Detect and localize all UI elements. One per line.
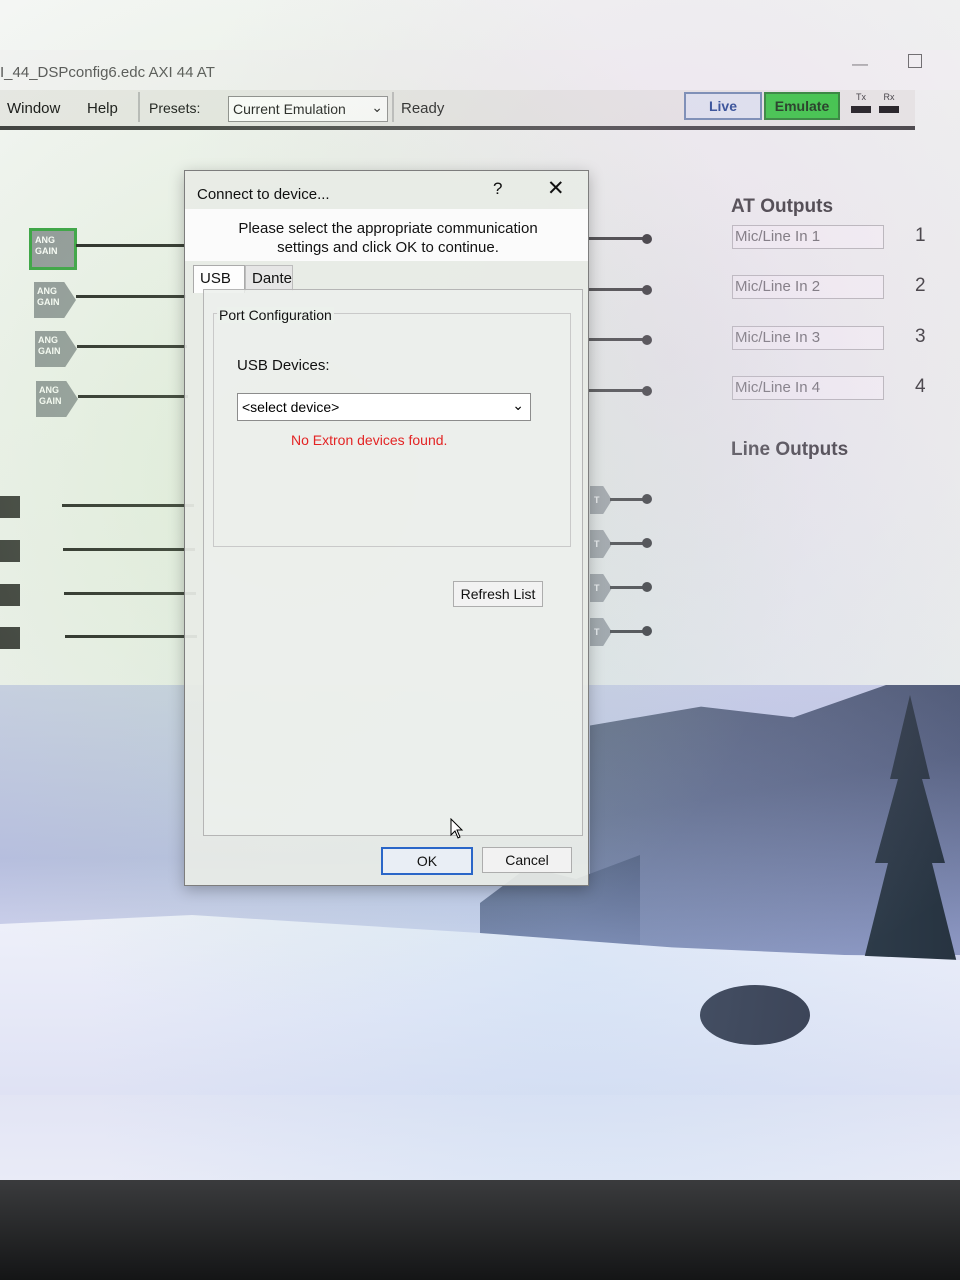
presets-dropdown[interactable]: Current Emulation ⌄ <box>228 96 388 122</box>
chevron-down-icon: ⌄ <box>512 397 524 413</box>
output-number-2: 2 <box>915 275 926 296</box>
gain-block-2[interactable]: ANG GAIN <box>34 282 76 318</box>
window-titlebar: I_44_DSPconfig6.edc AXI 44 AT — <box>0 50 960 90</box>
wire <box>78 395 188 398</box>
line-outputs-heading: Line Outputs <box>731 439 849 460</box>
toolbar-separator <box>138 92 140 122</box>
output-label-2[interactable]: Mic/Line In 2 <box>732 275 884 299</box>
output-number-4: 4 <box>915 376 926 397</box>
port-configuration-group <box>213 313 571 547</box>
gain-block-1[interactable]: ANG GAIN <box>29 228 77 270</box>
output-number-1: 1 <box>915 225 926 246</box>
line-output-block[interactable] <box>0 496 20 518</box>
rx-indicator: Rx <box>878 92 900 113</box>
window-title: I_44_DSPconfig6.edc AXI 44 AT <box>0 64 215 81</box>
wire <box>77 345 187 348</box>
close-icon[interactable]: ✕ <box>547 176 565 201</box>
usb-devices-label: USB Devices: <box>237 357 330 374</box>
output-node[interactable] <box>642 386 652 396</box>
mouse-pointer-icon <box>450 818 464 839</box>
wire <box>588 237 646 240</box>
ok-button[interactable]: OK <box>381 847 473 875</box>
wire <box>610 498 646 501</box>
device-select-value: <select device> <box>242 399 340 415</box>
live-button[interactable]: Live <box>684 92 762 120</box>
wire <box>76 295 186 298</box>
minimize-icon[interactable]: — <box>852 56 868 74</box>
wire <box>588 389 646 392</box>
presets-value: Current Emulation <box>233 101 346 117</box>
tab-dante[interactable]: Dante <box>245 265 293 291</box>
status-text: Ready <box>401 100 445 117</box>
output-node[interactable] <box>642 582 652 592</box>
gain-block-4[interactable]: ANG GAIN <box>36 381 78 417</box>
toolbar-separator <box>392 92 394 122</box>
line-output-block[interactable] <box>0 584 20 606</box>
cancel-button[interactable]: Cancel <box>482 847 572 873</box>
presets-label: Presets: <box>149 100 201 116</box>
wire <box>76 244 186 247</box>
output-node[interactable] <box>642 285 652 295</box>
maximize-icon[interactable] <box>908 54 922 68</box>
output-node[interactable] <box>642 494 652 504</box>
output-label-1[interactable]: Mic/Line In 1 <box>732 225 884 249</box>
menu-help[interactable]: Help <box>87 100 118 117</box>
dialog-title: Connect to device... <box>197 186 330 203</box>
wire <box>63 548 195 551</box>
error-message: No Extron devices found. <box>291 432 448 448</box>
at-outputs-heading: AT Outputs <box>731 196 834 217</box>
dialog-instruction: Please select the appropriate communicat… <box>238 220 538 256</box>
wire <box>588 338 646 341</box>
output-number-3: 3 <box>915 326 926 347</box>
refresh-list-button[interactable]: Refresh List <box>453 581 543 607</box>
wire <box>65 635 197 638</box>
chevron-down-icon: ⌄ <box>371 99 383 115</box>
wire <box>610 586 646 589</box>
output-node[interactable] <box>642 234 652 244</box>
wire <box>62 504 194 507</box>
tx-indicator: Tx <box>850 92 872 113</box>
line-out-block[interactable]: T <box>590 486 612 514</box>
output-label-4[interactable]: Mic/Line In 4 <box>732 376 884 400</box>
line-out-block[interactable]: T <box>590 574 612 602</box>
line-output-block[interactable] <box>0 540 20 562</box>
help-icon[interactable]: ? <box>493 179 502 199</box>
emulate-button[interactable]: Emulate <box>764 92 840 120</box>
menu-window[interactable]: Window <box>7 100 60 117</box>
output-label-3[interactable]: Mic/Line In 3 <box>732 326 884 350</box>
line-out-block[interactable]: T <box>590 530 612 558</box>
line-out-block[interactable]: T <box>590 618 612 646</box>
wire <box>610 542 646 545</box>
usb-device-select[interactable]: <select device> ⌄ <box>237 393 531 421</box>
port-configuration-label: Port Configuration <box>217 307 334 323</box>
monitor-bezel <box>0 1180 960 1280</box>
wire <box>64 592 196 595</box>
tx-label: Tx <box>856 92 866 102</box>
output-node[interactable] <box>642 335 652 345</box>
rx-label: Rx <box>883 92 895 102</box>
output-node[interactable] <box>642 538 652 548</box>
wire <box>588 288 646 291</box>
monitor-screen: I_44_DSPconfig6.edc AXI 44 AT — Window H… <box>0 0 960 1180</box>
line-output-block[interactable] <box>0 627 20 649</box>
connect-dialog: Connect to device... ? ✕ Please select t… <box>184 170 589 886</box>
gain-block-3[interactable]: ANG GAIN <box>35 331 77 367</box>
wire <box>610 630 646 633</box>
wallpaper-rock <box>700 985 810 1045</box>
output-node[interactable] <box>642 626 652 636</box>
menu-bar: Window Help Presets: Current Emulation ⌄… <box>0 90 915 130</box>
